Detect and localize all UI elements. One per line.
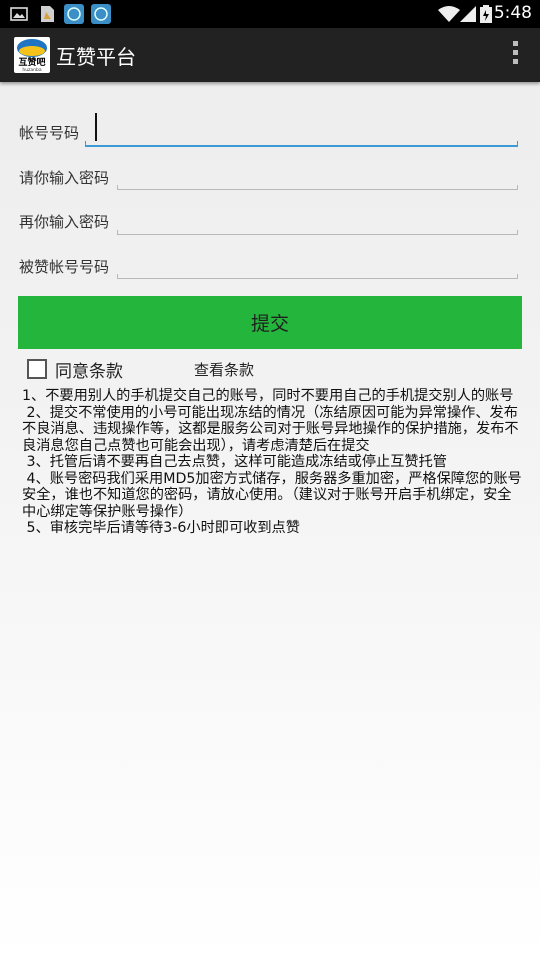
- overflow-menu-icon[interactable]: [510, 41, 520, 69]
- password-label: 请你输入密码: [19, 169, 110, 187]
- note-item: 3、托管后请不要再自己去点赞，这样可能造成冻结或停止互赞托管: [22, 454, 447, 470]
- logo-text: 互赞吧: [18, 56, 45, 68]
- status-time: 5:48: [493, 3, 532, 23]
- password-input-underline: [117, 185, 518, 190]
- account-field-row: 帐号号码: [0, 110, 540, 150]
- confirm-password-label: 再你输入密码: [19, 213, 110, 231]
- battery-icon: [480, 5, 492, 23]
- app-icon: [91, 4, 111, 24]
- liked-account-underline: [117, 274, 518, 279]
- liked-account-field-row: 被赞帐号号码: [0, 248, 540, 288]
- confirm-password-underline: [117, 230, 518, 235]
- notes-list: 1、不要用别人的手机提交自己的账号，同时不要用自己的手机提交别人的账号 2、提交…: [22, 388, 522, 537]
- agree-checkbox[interactable]: [27, 359, 47, 379]
- app-title: 互赞平台: [56, 45, 136, 69]
- note-item: 1、不要用别人的手机提交自己的账号，同时不要用自己的手机提交别人的账号: [22, 388, 514, 404]
- agree-label[interactable]: 同意条款: [55, 357, 123, 382]
- file-icon: [41, 6, 54, 22]
- image-icon: [10, 7, 28, 21]
- account-input-underline: [85, 141, 518, 147]
- app-logo[interactable]: 互赞吧 huzanba: [14, 37, 50, 73]
- liked-account-label: 被赞帐号号码: [19, 258, 110, 276]
- liked-account-input[interactable]: [122, 250, 515, 276]
- status-bar: 5:48: [0, 0, 540, 28]
- note-item: 4、账号密码我们采用MD5加密方式储存，服务器多重加密，严格保障您的账号安全，谁…: [22, 470, 522, 520]
- logo-icon: 互赞吧 huzanba: [17, 39, 47, 73]
- app-icon: [64, 4, 84, 24]
- wifi-icon: [438, 6, 460, 22]
- logo-subtext: huzanba: [22, 67, 42, 73]
- note-item: 2、提交不常使用的小号可能出现冻结的情况（冻结原因可能为异常操作、发布不良消息、…: [22, 404, 519, 454]
- password-input[interactable]: [122, 162, 515, 188]
- account-label: 帐号号码: [19, 124, 80, 142]
- submit-button[interactable]: 提交: [18, 296, 522, 349]
- app-bar: 互赞吧 huzanba 互赞平台: [0, 28, 540, 82]
- account-input[interactable]: [100, 116, 515, 144]
- password-field-row: 请你输入密码: [0, 160, 540, 200]
- confirm-password-field-row: 再你输入密码: [0, 204, 540, 244]
- confirm-password-input[interactable]: [122, 206, 515, 232]
- signal-icon: [460, 6, 476, 22]
- text-cursor: [95, 113, 97, 141]
- note-item: 5、审核完毕后请等待3-6小时即可收到点赞: [22, 520, 300, 536]
- view-terms-link[interactable]: 查看条款: [194, 359, 254, 380]
